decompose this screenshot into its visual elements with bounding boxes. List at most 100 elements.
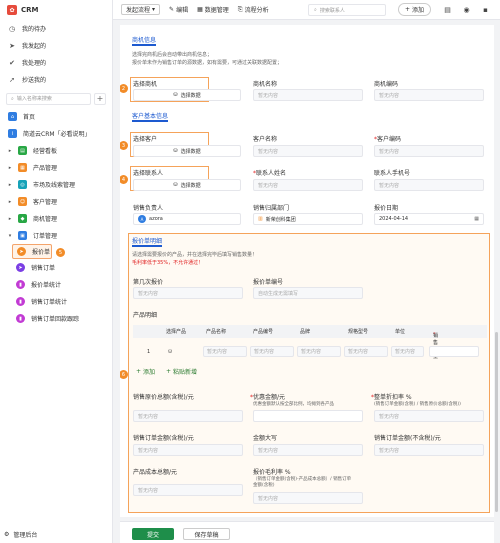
submit-button[interactable]: 提交 xyxy=(132,528,174,540)
menu-home[interactable]: ⌂ 首页 xyxy=(0,108,112,125)
opportunity-code-field[interactable]: 暂无内容 xyxy=(374,89,484,101)
section-underline xyxy=(132,245,162,247)
plus-icon: + xyxy=(166,368,172,375)
scrollbar[interactable] xyxy=(495,25,498,517)
contact-phone-field[interactable]: 暂无内容 xyxy=(374,179,484,191)
select-customer-button[interactable]: ⛁ 选择数据 xyxy=(133,145,241,157)
sidebar-search-input[interactable]: ⌕ 输入名称来搜索 xyxy=(6,92,91,105)
opportunity-name-field[interactable]: 暂无内容 xyxy=(253,89,363,101)
admin-link[interactable]: ⚙ 管理后台 xyxy=(4,530,37,539)
menu-leads-label: 市场及线索管理 xyxy=(33,182,76,189)
amount-upper-field[interactable]: 暂无内容 xyxy=(253,444,363,456)
check-icon: ✔ xyxy=(9,58,15,67)
sales-person-field[interactable]: Aazora xyxy=(133,213,241,225)
avatar[interactable]: ▪ xyxy=(481,5,490,14)
round-field[interactable]: 暂无内容 xyxy=(133,287,243,299)
opportunity-hint-2: 报价单未作为销售订单的源数据，如有需要，可通过关联数据配置； xyxy=(132,60,283,66)
nav-cc[interactable]: ➚ 抄送我的 xyxy=(0,71,112,88)
sidebar-search: ⌕ 输入名称来搜索 + xyxy=(6,92,106,105)
table-row: 1 ⛁ 暂无内容 暂无内容 暂无内容 暂无内容 暂无内容 xyxy=(133,344,487,360)
sales-dept-label: 销售归属部门 xyxy=(253,205,290,212)
paste-add-link[interactable]: + 粘贴新增 xyxy=(166,367,197,376)
flow-dropdown[interactable]: 发起流程 ▾ xyxy=(121,4,161,15)
menu-guide[interactable]: i 简道云CRM「必看说明」 xyxy=(0,125,112,142)
contact-search-input[interactable]: ⌕ 搜索联系人 xyxy=(308,4,386,16)
select-data-label: 选择数据 xyxy=(180,92,201,99)
menu-products[interactable]: ▸ ▦ 产品管理 xyxy=(0,159,112,176)
select-opportunity-button[interactable]: ⛁ 选择数据 xyxy=(133,89,241,101)
menu-home-label: 首页 xyxy=(23,114,36,121)
sales-dept-field[interactable]: ▥ 新荣创科集团 xyxy=(253,213,363,225)
data-manage-button[interactable]: ▦ 数据管理 xyxy=(197,5,229,14)
menu-opportunities[interactable]: ▸ ◆ 商机管理 xyxy=(0,210,112,227)
menu-leads[interactable]: ▸ ◎ 市场及线索管理 xyxy=(0,176,112,193)
add-label: 添加 xyxy=(412,7,425,14)
customer-name-field[interactable]: 暂无内容 xyxy=(253,145,363,157)
section-underline xyxy=(132,44,156,46)
flow-label: 发起流程 xyxy=(126,7,151,14)
order-amount-ex-label: 销售订单金额(不含税)/元 xyxy=(374,435,441,442)
select-contact-button[interactable]: ⛁ 选择数据 xyxy=(133,179,241,191)
pencil-icon: ✎ xyxy=(169,6,175,13)
margin-hint-2: 金额(含税) xyxy=(253,483,275,488)
step-badge: 4 xyxy=(120,175,128,184)
nav-todo[interactable]: ◷ 我的待办 xyxy=(0,20,112,37)
product-code-cell[interactable]: 暂无内容 xyxy=(250,346,294,357)
submenu-quote-stats[interactable]: ▮ 报价单统计 xyxy=(0,276,112,293)
form-footer: 提交 保存草稿 xyxy=(120,521,494,543)
col-product-code: 产品编号 xyxy=(253,329,274,335)
quote-date-field[interactable]: 2024-04-14 ▦ xyxy=(374,213,484,225)
scrollbar-thumb[interactable] xyxy=(495,332,498,512)
submenu-sales-order[interactable]: ➤ 销售订单 xyxy=(0,259,112,276)
brand[interactable]: ✿ CRM xyxy=(0,0,112,20)
add-button[interactable]: + 添加 xyxy=(398,3,431,16)
calendar-icon[interactable]: ▤ xyxy=(443,5,452,14)
customer-code-text: 客户编码 xyxy=(377,136,402,143)
discount-field[interactable] xyxy=(253,410,363,422)
select-data-label: 选择数据 xyxy=(180,148,201,155)
submenu-quote[interactable]: ➤ 报价单 xyxy=(12,244,52,259)
notification-icon[interactable]: ◉ xyxy=(462,5,471,14)
round-label: 第几次报价 xyxy=(133,279,164,286)
customer-name-label: 客户名称 xyxy=(253,136,278,143)
submenu-payment-track[interactable]: ▮ 销售订单回款跟踪 xyxy=(0,310,112,327)
add-row-link[interactable]: + 添加 xyxy=(136,367,155,376)
menu-dashboard[interactable]: ▸ ▤ 经营看板 xyxy=(0,142,112,159)
nav-initiated[interactable]: ➤ 我发起的 xyxy=(0,37,112,54)
quote-no-label: 报价单编号 xyxy=(253,279,284,286)
nav-handled[interactable]: ✔ 我处理的 xyxy=(0,54,112,71)
app-title: CRM xyxy=(21,6,39,14)
product-name-cell[interactable]: 暂无内容 xyxy=(203,346,247,357)
add-menu-button[interactable]: + xyxy=(94,92,106,105)
edit-button[interactable]: ✎ 编辑 xyxy=(169,5,188,14)
total-price-field[interactable]: 暂无内容 xyxy=(133,410,243,422)
save-draft-button[interactable]: 保存草稿 xyxy=(183,528,230,540)
spec-cell[interactable]: 暂无内容 xyxy=(344,346,388,357)
margin-field[interactable]: 暂无内容 xyxy=(253,492,363,504)
menu-orders[interactable]: ▾ ▣ 订单管理 xyxy=(0,227,112,244)
send-icon: ➤ xyxy=(9,41,15,50)
database-icon[interactable]: ⛁ xyxy=(168,349,172,355)
plus-icon: + xyxy=(136,368,142,375)
brand-cell[interactable]: 暂无内容 xyxy=(297,346,341,357)
col-brand: 品牌 xyxy=(300,329,311,335)
customer-code-field[interactable]: 暂无内容 xyxy=(374,145,484,157)
quantity-input[interactable] xyxy=(429,346,479,357)
discount-hint: 优惠金额默认按全部比例，均摊到各产品 xyxy=(253,402,334,407)
detail-hint-1: 请选择需要报价的产品，并在选择完毕后填写销售数量！ xyxy=(132,252,258,258)
overall-discount-field[interactable]: 暂无内容 xyxy=(374,410,484,422)
detail-hint-2: 毛利率低于35%，不允许通过！ xyxy=(132,260,204,266)
quote-no-field[interactable]: 自动生成无需填写 xyxy=(253,287,363,299)
submenu-order-stats[interactable]: ▮ 销售订单统计 xyxy=(0,293,112,310)
order-amount-field[interactable]: 暂无内容 xyxy=(133,444,243,456)
flow-analysis-button[interactable]: ⎘ 流程分析 xyxy=(238,5,269,15)
unit-cell[interactable]: 暂无内容 xyxy=(391,346,424,357)
order-amount-ex-field[interactable]: 暂无内容 xyxy=(374,444,484,456)
cost-total-field[interactable]: 暂无内容 xyxy=(133,484,243,496)
menu-customers[interactable]: ▸ ☺ 客户管理 xyxy=(0,193,112,210)
customer-icon: ☺ xyxy=(18,197,27,206)
quote-icon: ➤ xyxy=(17,247,26,256)
sales-dept-value: 新荣创科集团 xyxy=(265,216,296,223)
sidebar: ✿ CRM ◷ 我的待办 ➤ 我发起的 ✔ 我处理的 ➚ 抄送我的 ⌕ 输入名称来搜索 +… xyxy=(0,0,113,543)
contact-name-field[interactable]: 暂无内容 xyxy=(253,179,363,191)
